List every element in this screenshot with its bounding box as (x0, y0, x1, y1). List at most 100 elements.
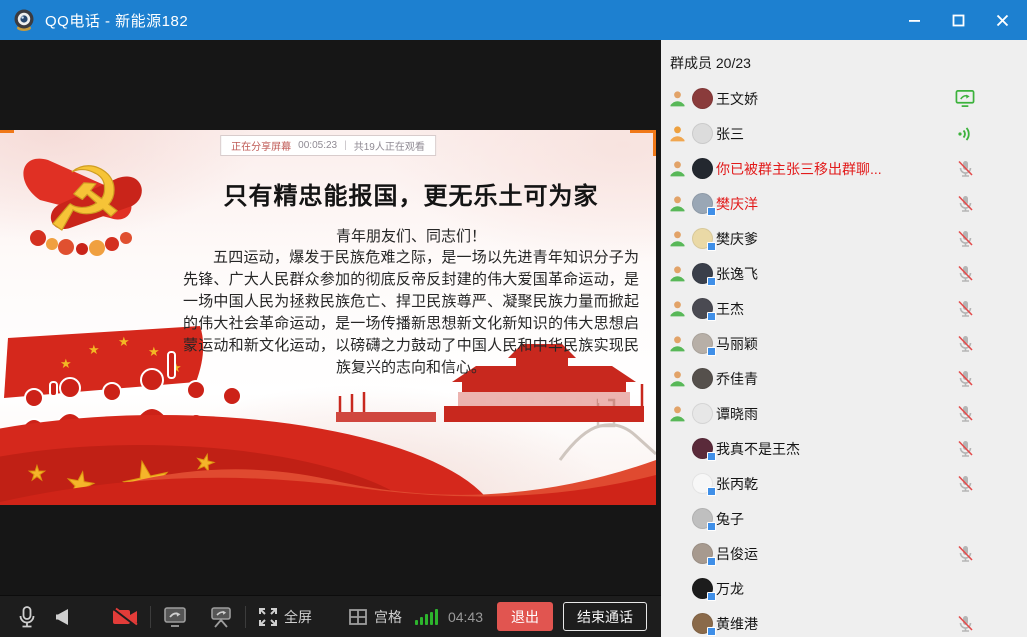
mic-muted-icon[interactable] (955, 299, 975, 319)
share-status-banner: 正在分享屏幕 00:05:23 | 共19人正在观看 (220, 135, 436, 156)
avatar (692, 333, 713, 354)
member-name: 我真不是王杰 (716, 439, 800, 459)
device-badge (707, 627, 716, 636)
svg-text:★: ★ (28, 461, 46, 485)
svg-text:★: ★ (60, 357, 72, 372)
fullscreen-icon (258, 607, 278, 627)
member-name: 万龙 (716, 579, 744, 599)
avatar (692, 263, 713, 284)
call-toolbar: 全屏 宫格 04:43 退出 结束通话 (0, 595, 661, 637)
member-name: 吕俊运 (716, 544, 758, 564)
mic-muted-icon[interactable] (955, 229, 975, 249)
microphone-icon[interactable] (16, 605, 38, 629)
exit-button[interactable]: 退出 (497, 602, 553, 631)
speaking-indicator-icon (955, 124, 975, 144)
online-status-icon (669, 160, 686, 177)
member-row[interactable]: 吕俊运 (661, 536, 1027, 571)
mic-muted-icon[interactable] (955, 544, 975, 564)
camera-off-icon[interactable] (112, 607, 138, 627)
member-name: 兔子 (716, 509, 744, 529)
avatar (692, 613, 713, 634)
mic-muted-icon[interactable] (955, 404, 975, 424)
title-bar: QQ电话 - 新能源182 (0, 0, 1027, 40)
mic-muted-icon[interactable] (955, 474, 975, 494)
member-row[interactable]: 谭晓雨 (661, 396, 1027, 431)
slide-text-block: 只有精忠能报国，更无乐土可为家 青年朋友们、同志们！ 五四运动，爆发于民族危难之… (183, 176, 639, 379)
member-name: 樊庆爹 (716, 229, 758, 249)
mic-muted-icon[interactable] (955, 194, 975, 214)
member-row[interactable]: 我真不是王杰 (661, 431, 1027, 466)
member-row[interactable]: 张三 (661, 116, 1027, 151)
device-badge (707, 242, 716, 251)
online-status-icon (669, 335, 686, 352)
avatar (692, 473, 713, 494)
online-status-icon (669, 230, 686, 247)
member-name: 你已被群主张三移出群聊... (716, 159, 882, 179)
online-status-icon (669, 265, 686, 282)
close-button[interactable] (987, 7, 1017, 33)
avatar (692, 123, 713, 144)
member-row[interactable]: 黄维港 (661, 606, 1027, 637)
member-row[interactable]: 张逸飞 (661, 256, 1027, 291)
online-status-icon (669, 370, 686, 387)
member-row[interactable]: 王文娇 (661, 81, 1027, 116)
mic-muted-icon[interactable] (955, 264, 975, 284)
shared-screen-slide: ☭ (0, 130, 656, 505)
share-viewer-count: 共19人正在观看 (354, 138, 425, 153)
svg-text:★: ★ (148, 345, 160, 360)
member-name: 王杰 (716, 299, 744, 319)
member-name: 樊庆洋 (716, 194, 758, 214)
svg-text:☭: ☭ (46, 148, 125, 251)
grid-view-button[interactable]: 宫格 (348, 607, 402, 627)
mic-muted-icon[interactable] (955, 614, 975, 634)
device-badge (707, 207, 716, 216)
speaker-icon[interactable] (54, 607, 72, 627)
party-emblem-art: ☭ (23, 148, 141, 256)
device-badge (707, 312, 716, 321)
minimize-button[interactable] (899, 7, 929, 33)
mic-muted-icon[interactable] (955, 334, 975, 354)
maximize-button[interactable] (943, 7, 973, 33)
member-row[interactable]: 你已被群主张三移出群聊... (661, 151, 1027, 186)
end-call-button[interactable]: 结束通话 (563, 602, 647, 631)
mic-muted-icon[interactable] (955, 439, 975, 459)
online-status-icon (669, 195, 686, 212)
member-row[interactable]: 张丙乾 (661, 466, 1027, 501)
member-sidebar: 群成员 20/23 王文娇 张三 (661, 40, 1027, 637)
online-status-icon (669, 300, 686, 317)
avatar (692, 578, 713, 599)
member-row[interactable]: 王杰 (661, 291, 1027, 326)
screen-share-icon[interactable] (163, 606, 187, 628)
member-name: 马丽颖 (716, 334, 758, 354)
member-count-header: 群成员 20/23 (661, 40, 1027, 81)
member-name: 乔佳青 (716, 369, 758, 389)
device-badge (707, 557, 716, 566)
avatar (692, 88, 713, 109)
member-row[interactable]: 兔子 (661, 501, 1027, 536)
presentation-board-icon[interactable] (209, 606, 233, 628)
member-row[interactable]: 樊庆洋 (661, 186, 1027, 221)
toolbar-divider (245, 606, 246, 628)
member-name: 王文娇 (716, 89, 758, 109)
svg-text:★: ★ (118, 335, 130, 350)
share-status-text: 正在分享屏幕 (231, 138, 291, 153)
share-duration: 00:05:23 (298, 140, 337, 151)
device-badge (707, 487, 716, 496)
fullscreen-button[interactable]: 全屏 (258, 607, 312, 627)
avatar (692, 228, 713, 249)
webcam-icon (12, 8, 36, 32)
member-row[interactable]: 乔佳青 (661, 361, 1027, 396)
avatar (692, 403, 713, 424)
member-name: 张逸飞 (716, 264, 758, 284)
online-status-icon (669, 125, 686, 142)
mic-muted-icon[interactable] (955, 159, 975, 179)
mic-muted-icon[interactable] (955, 369, 975, 389)
call-stage: ☭ (0, 40, 661, 637)
member-row[interactable]: 万龙 (661, 571, 1027, 606)
member-row[interactable]: 马丽颖 (661, 326, 1027, 361)
avatar (692, 158, 713, 179)
window-title: QQ电话 - 新能源182 (45, 10, 188, 31)
member-row[interactable]: 樊庆爹 (661, 221, 1027, 256)
avatar (692, 298, 713, 319)
member-name: 张丙乾 (716, 474, 758, 494)
